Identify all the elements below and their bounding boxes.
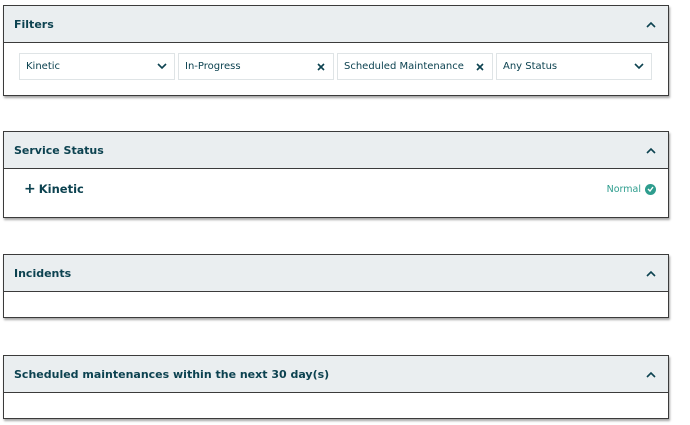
in-progress-filter-chip[interactable]: In-Progress bbox=[178, 53, 334, 80]
chevron-down-icon[interactable] bbox=[156, 61, 168, 73]
chevron-down-icon[interactable] bbox=[633, 61, 645, 73]
chevron-up-icon[interactable] bbox=[644, 143, 658, 157]
service-status-title: Service Status bbox=[14, 143, 104, 157]
incidents-header[interactable]: Incidents bbox=[4, 255, 668, 292]
service-status-panel: Service Status + Kinetic Normal bbox=[3, 131, 669, 218]
expand-service-button[interactable]: + Kinetic bbox=[24, 182, 84, 196]
service-name: Kinetic bbox=[38, 182, 84, 196]
service-filter-select[interactable]: Kinetic bbox=[19, 53, 175, 80]
service-row: + Kinetic Normal bbox=[4, 169, 668, 196]
scheduled-maintenance-filter-chip[interactable]: Scheduled Maintenance bbox=[337, 53, 493, 80]
filters-panel: Filters Kinetic In-Progress Scheduled Ma… bbox=[3, 5, 669, 96]
status-filter-value: Any Status bbox=[503, 61, 558, 72]
scheduled-maintenances-header[interactable]: Scheduled maintenances within the next 3… bbox=[4, 356, 668, 393]
service-filter-value: Kinetic bbox=[26, 61, 61, 72]
scheduled-maintenance-filter-value: Scheduled Maintenance bbox=[344, 61, 464, 72]
scheduled-maintenances-panel: Scheduled maintenances within the next 3… bbox=[3, 355, 669, 419]
close-icon[interactable] bbox=[315, 61, 327, 73]
incidents-panel: Incidents bbox=[3, 254, 669, 318]
plus-icon[interactable]: + bbox=[24, 182, 36, 196]
in-progress-filter-value: In-Progress bbox=[185, 61, 241, 72]
status-filter-select[interactable]: Any Status bbox=[496, 53, 652, 80]
service-status-header[interactable]: Service Status bbox=[4, 132, 668, 169]
close-icon[interactable] bbox=[474, 61, 486, 73]
scheduled-maintenances-title: Scheduled maintenances within the next 3… bbox=[14, 367, 330, 381]
service-status-indicator: Normal bbox=[606, 183, 656, 195]
filters-title: Filters bbox=[14, 17, 54, 31]
chevron-up-icon[interactable] bbox=[644, 266, 658, 280]
incidents-title: Incidents bbox=[14, 266, 72, 280]
chevron-up-icon[interactable] bbox=[644, 367, 658, 381]
filters-header[interactable]: Filters bbox=[4, 6, 668, 43]
chevron-up-icon[interactable] bbox=[644, 17, 658, 31]
check-circle-icon bbox=[645, 183, 656, 195]
status-text: Normal bbox=[606, 183, 641, 195]
